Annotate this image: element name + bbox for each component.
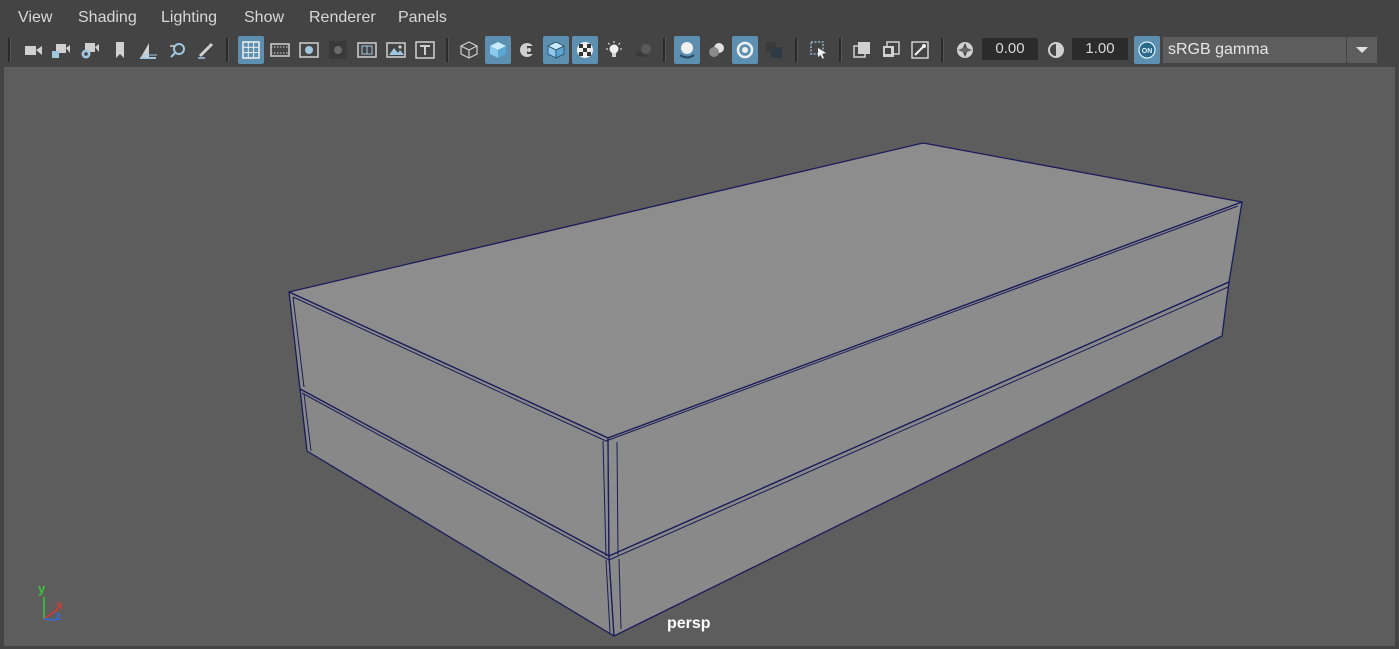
menu-lighting[interactable]: Lighting <box>161 9 217 27</box>
bookmark-icon[interactable] <box>107 36 133 64</box>
exposure-field[interactable]: 0.00 <box>982 38 1038 60</box>
xray-icon[interactable] <box>849 36 875 64</box>
menu-view[interactable]: View <box>18 9 52 27</box>
motion-blur-icon[interactable] <box>703 36 729 64</box>
wireframe-icon[interactable] <box>456 36 482 64</box>
grease-pencil-icon[interactable] <box>193 36 219 64</box>
smooth-shade-icon[interactable] <box>485 36 511 64</box>
menu-renderer[interactable]: Renderer <box>309 9 376 27</box>
anti-aliasing-icon[interactable] <box>732 36 758 64</box>
screen-space-ao-icon[interactable] <box>674 36 700 64</box>
panel-menu-bar: View Shading Lighting Show Renderer Pane… <box>0 0 1399 36</box>
safe-action-icon[interactable] <box>383 36 409 64</box>
camera-name-label: persp <box>667 615 711 632</box>
camera-attributes-icon[interactable] <box>47 36 73 64</box>
select-camera-icon[interactable] <box>20 36 46 64</box>
axis-z-label: z <box>55 609 61 623</box>
3d-viewport[interactable]: y x z persp <box>4 67 1395 646</box>
use-all-lights-icon[interactable] <box>601 36 627 64</box>
shadows-icon[interactable] <box>630 36 656 64</box>
wireframe-on-shaded-icon[interactable] <box>543 36 569 64</box>
camera-settings-icon[interactable] <box>76 36 102 64</box>
depth-of-field-icon[interactable] <box>761 36 787 64</box>
grid-icon[interactable] <box>238 36 264 64</box>
image-plane-icon[interactable] <box>135 36 161 64</box>
resolution-gate-icon[interactable] <box>296 36 322 64</box>
menu-show[interactable]: Show <box>244 9 284 27</box>
xray-active-components-icon[interactable] <box>878 36 904 64</box>
exposure-icon[interactable] <box>952 36 978 64</box>
maya-viewport-panel: View Shading Lighting Show Renderer Pane… <box>0 0 1399 649</box>
color-space-dropdown[interactable]: sRGB gamma <box>1163 37 1346 63</box>
gamma-field[interactable]: 1.00 <box>1072 38 1128 60</box>
color-management-icon[interactable]: ON <box>1134 36 1160 64</box>
menu-shading[interactable]: Shading <box>78 9 137 27</box>
2d-pan-zoom-icon[interactable] <box>165 36 191 64</box>
color-management-badge: ON <box>1142 48 1153 55</box>
film-gate-icon[interactable] <box>267 36 293 64</box>
box-mesh[interactable] <box>4 67 1395 646</box>
chevron-down-icon[interactable] <box>1347 37 1377 63</box>
axis-y-label: y <box>38 581 46 596</box>
field-chart-icon[interactable] <box>354 36 380 64</box>
safe-title-icon[interactable] <box>412 36 438 64</box>
gate-mask-icon[interactable] <box>325 36 351 64</box>
textured-icon[interactable] <box>572 36 598 64</box>
menu-panels[interactable]: Panels <box>398 9 447 27</box>
xray-joints-icon[interactable] <box>907 36 933 64</box>
default-material-icon[interactable] <box>514 36 540 64</box>
gamma-icon[interactable] <box>1043 36 1069 64</box>
isolate-select-icon[interactable] <box>806 36 832 64</box>
